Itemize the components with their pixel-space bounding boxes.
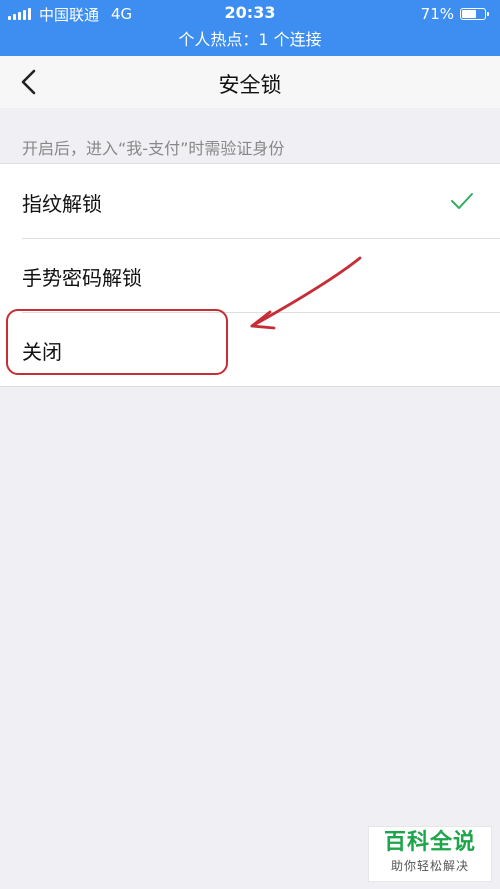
annotation-arrow-icon	[250, 256, 362, 330]
watermark-subtitle: 助你轻松解决	[390, 859, 469, 873]
watermark-logo: 百科全说 助你轻松解决	[368, 826, 492, 882]
hotspot-banner[interactable]: 个人热点：1 个连接	[0, 28, 500, 52]
status-bar: 中国联通 4G 20:33 71% 个人热点：1 个连接	[0, 0, 500, 56]
status-row: 中国联通 4G 20:33 71%	[0, 0, 500, 28]
battery-icon	[460, 8, 489, 20]
option-label: 指纹解锁	[22, 192, 102, 216]
annotation-highlight-box	[6, 309, 228, 375]
battery-fill	[462, 10, 476, 18]
option-fingerprint-unlock[interactable]: 指纹解锁	[0, 164, 500, 238]
checkmark-icon	[451, 193, 473, 209]
battery-percent: 71%	[420, 5, 454, 23]
page-title: 安全锁	[218, 73, 282, 97]
watermark-title: 百科全说	[383, 830, 476, 855]
navigation-bar: 安全锁	[0, 56, 500, 108]
section-header: 开启后，进入“我-支付”时需验证身份	[22, 139, 285, 158]
battery-indicator: 71%	[420, 5, 489, 23]
option-label: 手势密码解锁	[22, 266, 142, 290]
